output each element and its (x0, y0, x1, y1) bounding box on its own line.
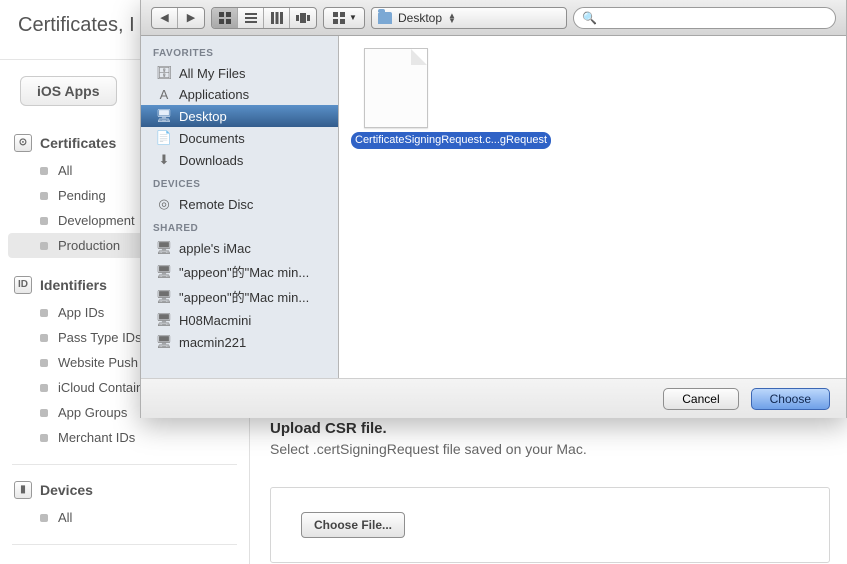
choose-button[interactable]: Choose (751, 388, 830, 410)
view-icon-grid[interactable] (212, 8, 238, 28)
upload-csr-title: Upload CSR file. (270, 420, 830, 437)
section-label: Devices (40, 482, 93, 498)
applications-icon: A (155, 87, 173, 102)
bullet-icon (40, 167, 48, 175)
sidebar-section-shared: SHARED (141, 215, 338, 237)
search-icon: 🔍 (582, 11, 597, 25)
shared-item[interactable]: 🖥H08Macmini (141, 309, 338, 331)
view-icon-list[interactable] (238, 8, 264, 28)
arrange-icon (333, 12, 345, 24)
location-label: Desktop (398, 11, 442, 25)
cancel-button[interactable]: Cancel (663, 388, 738, 410)
finder-sidebar: FAVORITES 🗄All My Files AApplications 🖥D… (141, 36, 339, 378)
file-item-csr[interactable]: CertificateSigningRequest.c...gRequest (351, 48, 441, 149)
bullet-icon (40, 514, 48, 522)
computer-icon: 🖥 (155, 312, 173, 328)
search-field[interactable]: 🔍 (573, 7, 836, 29)
desktop-icon: 🖥 (155, 108, 173, 124)
fav-downloads[interactable]: ⬇Downloads (141, 149, 338, 171)
file-panel: Choose File... (270, 487, 830, 563)
sidebar-item-devices-all[interactable]: All (0, 505, 249, 530)
dialog-toolbar: ◀ ▶ ▼ Desktop ▲▼ 🔍 (141, 0, 846, 36)
grid-icon (219, 12, 231, 24)
downloads-icon: ⬇ (155, 152, 173, 168)
identifiers-icon: ID (14, 276, 32, 294)
view-icon-columns[interactable] (264, 8, 290, 28)
computer-icon: 🖥 (155, 334, 173, 350)
bullet-icon (40, 217, 48, 225)
folder-icon (378, 12, 392, 24)
certificates-icon: ⊙ (14, 134, 32, 152)
search-input[interactable] (601, 10, 827, 26)
choose-file-button[interactable]: Choose File... (301, 512, 405, 538)
all-files-icon: 🗄 (155, 65, 173, 81)
computer-icon: 🖥 (155, 289, 173, 305)
bullet-icon (40, 359, 48, 367)
bullet-icon (40, 192, 48, 200)
bullet-icon (40, 384, 48, 392)
fav-all-my-files[interactable]: 🗄All My Files (141, 62, 338, 84)
fav-applications[interactable]: AApplications (141, 84, 338, 105)
view-icon-coverflow[interactable] (290, 8, 316, 28)
bullet-icon (40, 409, 48, 417)
sidebar-section-devices: DEVICES (141, 171, 338, 193)
computer-icon: 🖥 (155, 264, 173, 280)
view-mode-segment[interactable] (211, 7, 317, 29)
back-button[interactable]: ◀ (152, 8, 178, 28)
coverflow-icon (296, 13, 310, 23)
sidebar-section-favorites: FAVORITES (141, 40, 338, 62)
bullet-icon (40, 334, 48, 342)
list-icon (245, 12, 257, 24)
disc-icon: ◎ (155, 196, 173, 212)
bullet-icon (40, 309, 48, 317)
shared-item[interactable]: 🖥 apple's iMac (141, 237, 338, 259)
shared-item[interactable]: 🖥macmin221 (141, 331, 338, 353)
columns-icon (271, 12, 283, 24)
ios-apps-tab[interactable]: iOS Apps (20, 76, 117, 106)
devices-icon: ▮ (14, 481, 32, 499)
computer-icon: 🖥 (155, 240, 173, 256)
file-open-dialog: ◀ ▶ ▼ Desktop ▲▼ 🔍 (140, 0, 847, 418)
section-label: Certificates (40, 135, 116, 151)
file-name: CertificateSigningRequest.c...gRequest (351, 132, 551, 149)
main-content: Upload CSR file. Select .certSigningRequ… (270, 420, 830, 563)
sidebar-item-merchant-ids[interactable]: Merchant IDs (0, 425, 249, 450)
bullet-icon (40, 434, 48, 442)
location-dropdown[interactable]: Desktop ▲▼ (371, 7, 567, 29)
fav-documents[interactable]: 📄Documents (141, 127, 338, 149)
file-grid[interactable]: CertificateSigningRequest.c...gRequest (339, 36, 846, 378)
arrange-dropdown[interactable]: ▼ (323, 7, 365, 29)
documents-icon: 📄 (155, 130, 173, 146)
section-label: Identifiers (40, 277, 107, 293)
up-down-icon: ▲▼ (448, 13, 456, 23)
document-icon (364, 48, 428, 128)
bullet-icon (40, 242, 48, 250)
divider (12, 544, 237, 545)
nav-back-forward[interactable]: ◀ ▶ (151, 7, 205, 29)
section-devices[interactable]: ▮ Devices (0, 475, 249, 505)
divider (12, 464, 237, 465)
upload-csr-subtitle: Select .certSigningRequest file saved on… (270, 441, 830, 457)
shared-item[interactable]: 🖥"appeon"的"Mac min... (141, 259, 338, 284)
dev-remote-disc[interactable]: ◎Remote Disc (141, 193, 338, 215)
dialog-footer: Cancel Choose (141, 378, 846, 418)
chevron-down-icon: ▼ (349, 13, 357, 22)
shared-item[interactable]: 🖥"appeon"的"Mac min... (141, 284, 338, 309)
fav-desktop[interactable]: 🖥Desktop (141, 105, 338, 127)
forward-button[interactable]: ▶ (178, 8, 204, 28)
